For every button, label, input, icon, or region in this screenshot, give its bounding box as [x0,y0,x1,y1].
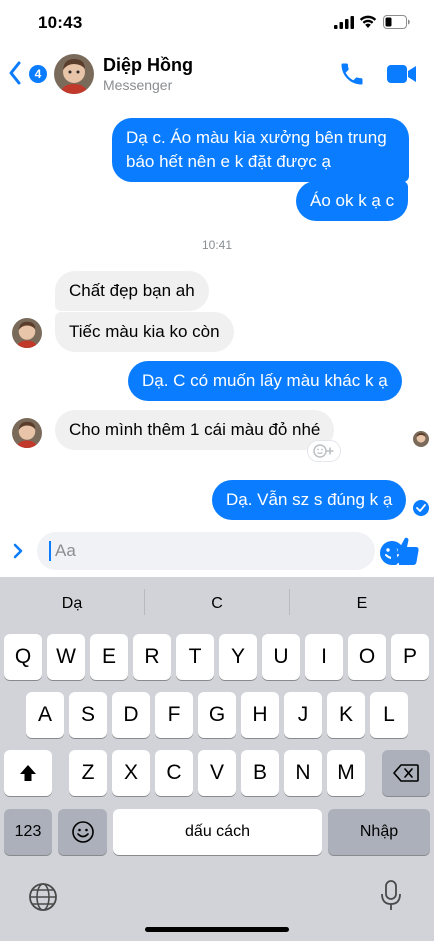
key-s[interactable]: S [69,692,107,738]
key-v[interactable]: V [198,750,236,796]
system-keyboard: Dạ C E Q W E R T Y U I O P A S D F G H J… [0,577,434,941]
add-reaction-button[interactable] [307,440,341,462]
sender-avatar[interactable] [12,418,42,448]
expand-chevron-icon[interactable] [10,540,26,562]
key-i[interactable]: I [305,634,343,680]
shift-key[interactable] [4,750,52,796]
key-b[interactable]: B [241,750,279,796]
message-timestamp: 10:41 [201,238,233,252]
suggestion-3[interactable]: E [290,595,434,613]
key-x[interactable]: X [112,750,150,796]
key-f[interactable]: F [155,692,193,738]
phone-icon[interactable] [338,60,366,88]
message-composer: Aa [0,530,434,574]
message-text-line: Dạ c. Áo màu kia xưởng bên trung [126,128,387,147]
key-n[interactable]: N [284,750,322,796]
status-time: 10:43 [38,13,83,32]
suggestion-1[interactable]: Dạ [0,595,144,613]
key-e[interactable]: E [90,634,128,680]
sender-avatar[interactable] [12,318,42,348]
signal-icon [334,16,354,29]
key-r[interactable]: R [133,634,171,680]
key-j[interactable]: J [284,692,322,738]
key-h[interactable]: H [241,692,279,738]
space-key[interactable]: dấu cách [113,809,322,855]
key-y[interactable]: Y [219,634,257,680]
like-thumb-icon[interactable] [390,535,420,567]
back-button[interactable]: 4 [8,56,49,90]
key-d[interactable]: D [112,692,150,738]
key-k[interactable]: K [327,692,365,738]
message-bubble-incoming[interactable]: Tiếc màu kia ko còn [55,312,234,352]
key-u[interactable]: U [262,634,300,680]
message-input-placeholder: Aa [55,541,76,560]
key-c[interactable]: C [155,750,193,796]
home-indicator[interactable] [145,927,289,932]
predictive-bar: Dạ C E [0,577,434,629]
key-p[interactable]: P [391,634,429,680]
key-w[interactable]: W [47,634,85,680]
message-bubble-outgoing[interactable]: Áo ok k ạ c [296,181,409,221]
suggestion-2[interactable]: C [145,595,289,613]
contact-avatar[interactable] [54,54,94,94]
unread-count-badge: 4 [27,63,49,85]
globe-icon[interactable] [28,882,58,912]
sent-status-indicator [413,500,429,516]
status-bar: 10:43 [0,0,434,46]
add-reaction-icon [313,444,334,458]
message-bubble-outgoing[interactable]: Dạ. C có muốn lấy màu khác k ạ [128,361,402,401]
key-o[interactable]: O [348,634,386,680]
chat-header: 4 Diệp Hồng Messenger [0,46,434,108]
wifi-icon [359,15,377,28]
key-m[interactable]: M [327,750,365,796]
key-q[interactable]: Q [4,634,42,680]
message-bubble-outgoing[interactable]: Dạ c. Áo màu kia xưởng bên trung báo hết… [112,118,409,182]
contact-name[interactable]: Diệp Hồng [103,55,193,76]
message-input[interactable]: Aa [37,532,404,570]
seen-indicator-avatar [413,431,429,447]
message-bubble-incoming[interactable]: Chất đẹp bạn ah [55,271,209,311]
contact-subtitle: Messenger [103,77,173,93]
return-key[interactable]: Nhập [328,809,430,855]
text-cursor [49,541,51,561]
back-chevron-icon [9,61,21,85]
key-g[interactable]: G [198,692,236,738]
backspace-icon [393,764,419,782]
keyboard-emoji-icon [71,821,94,843]
key-a[interactable]: A [26,692,64,738]
key-t[interactable]: T [176,634,214,680]
key-z[interactable]: Z [69,750,107,796]
backspace-key[interactable] [382,750,430,796]
shift-icon [20,765,36,781]
key-l[interactable]: L [370,692,408,738]
video-icon[interactable] [386,62,418,86]
check-icon [416,504,426,512]
message-bubble-incoming[interactable]: Cho mình thêm 1 cái màu đỏ nhé [55,410,335,450]
keyboard-emoji-key[interactable] [58,809,107,855]
message-bubble-outgoing[interactable]: Dạ. Vẫn sz s đúng k ạ [212,480,407,520]
message-text-line: báo hết nên e k đặt được ạ [126,152,331,171]
battery-icon [383,15,410,29]
numbers-key[interactable]: 123 [4,809,52,855]
microphone-icon[interactable] [380,880,402,912]
